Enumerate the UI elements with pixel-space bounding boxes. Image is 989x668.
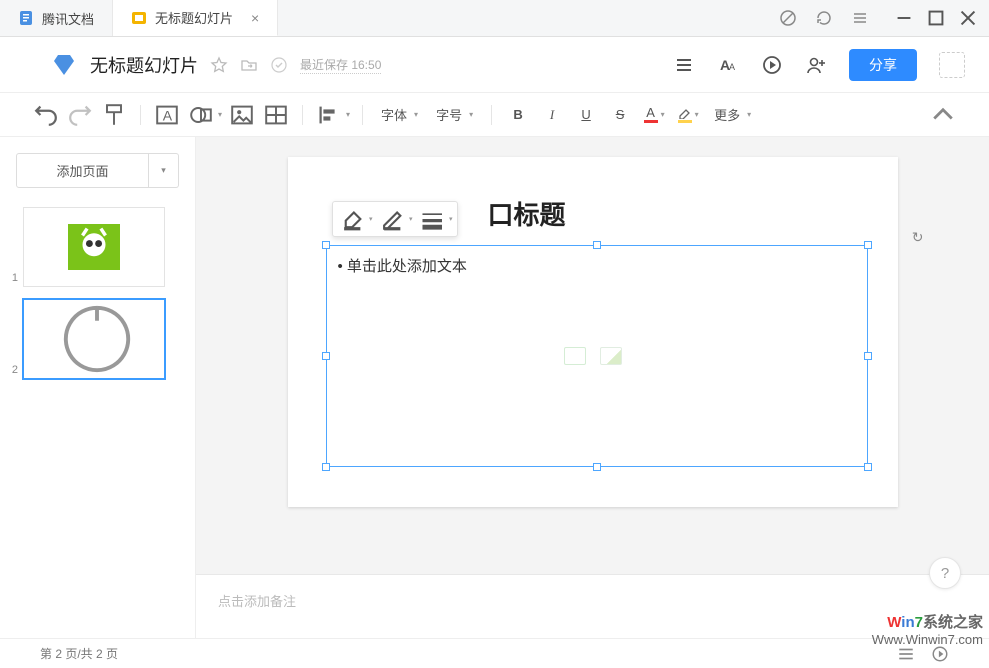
slides-icon bbox=[131, 10, 147, 26]
collapse-toolbar-icon[interactable] bbox=[929, 101, 957, 129]
resize-handle[interactable] bbox=[864, 352, 872, 360]
slide-canvas[interactable]: 遮遮遮遮遮遮口标题 ▾ ▾ ▾ ↻ • 单 bbox=[288, 157, 898, 507]
undo-button[interactable] bbox=[32, 101, 60, 129]
folder-move-icon[interactable] bbox=[240, 56, 258, 74]
slide-panel: 添加页面 ▾ 1 2 bbox=[0, 137, 196, 638]
add-page-control: 添加页面 ▾ bbox=[16, 153, 179, 188]
tab-close-icon[interactable]: × bbox=[251, 10, 259, 26]
separator bbox=[362, 105, 363, 125]
slide-thumbnail-1[interactable] bbox=[24, 208, 164, 286]
image-button[interactable] bbox=[228, 101, 256, 129]
refresh-icon[interactable] bbox=[815, 9, 833, 27]
tencent-docs-icon bbox=[18, 10, 34, 26]
table-button[interactable] bbox=[262, 101, 290, 129]
slide-thumbnails: 1 2 bbox=[0, 204, 195, 638]
document-header: 无标题幻灯片 最近保存 16:50 AA 分享 bbox=[0, 37, 989, 93]
speaker-notes[interactable]: 点击添加备注 ? bbox=[196, 574, 989, 638]
slide-number: 2 bbox=[8, 364, 18, 378]
app-logo-icon bbox=[52, 52, 78, 78]
text-color-button[interactable]: A▾ bbox=[640, 101, 668, 129]
add-page-dropdown[interactable]: ▾ bbox=[149, 153, 179, 188]
document-title[interactable]: 无标题幻灯片 bbox=[90, 52, 198, 78]
shape-button[interactable]: ▾ bbox=[187, 101, 222, 129]
font-family-dropdown[interactable]: 字体▾ bbox=[375, 101, 424, 129]
notes-placeholder: 点击添加备注 bbox=[218, 594, 296, 609]
table-placeholder-icon[interactable] bbox=[564, 347, 586, 365]
add-page-button[interactable]: 添加页面 bbox=[16, 153, 149, 188]
slide-number: 1 bbox=[8, 272, 18, 286]
image-placeholder-icon[interactable] bbox=[600, 347, 622, 365]
highlight-button[interactable]: ▾ bbox=[674, 101, 702, 129]
page-indicator: 第 2 页/共 2 页 bbox=[40, 645, 118, 662]
underline-button[interactable]: U bbox=[572, 101, 600, 129]
more-button[interactable]: 更多▾ bbox=[708, 101, 757, 129]
resize-handle[interactable] bbox=[864, 241, 872, 249]
resize-handle[interactable] bbox=[864, 463, 872, 471]
help-button[interactable]: ? bbox=[929, 557, 961, 589]
redo-button[interactable] bbox=[66, 101, 94, 129]
slide-thumbnail-2[interactable] bbox=[24, 300, 164, 378]
window-minimize-icon[interactable] bbox=[895, 9, 913, 27]
check-icon bbox=[270, 56, 288, 74]
rotate-handle-icon[interactable]: ↻ bbox=[912, 229, 924, 246]
slide-thumbnail-row: 1 bbox=[0, 204, 195, 296]
canvas-area: 遮遮遮遮遮遮口标题 ▾ ▾ ▾ ↻ • 单 bbox=[196, 137, 989, 638]
main-area: 添加页面 ▾ 1 2 遮遮遮遮 bbox=[0, 137, 989, 638]
content-placeholders bbox=[564, 347, 622, 365]
slide-thumbnail-row: 2 bbox=[0, 296, 195, 388]
window-maximize-icon[interactable] bbox=[927, 9, 945, 27]
font-size-dropdown[interactable]: 字号▾ bbox=[430, 101, 479, 129]
tab-tencent-docs[interactable]: 腾讯文档 bbox=[0, 0, 113, 36]
resize-handle[interactable] bbox=[593, 241, 601, 249]
resize-handle[interactable] bbox=[322, 241, 330, 249]
format-toolbar: A ▾ ▾ 字体▾ 字号▾ B I U S A▾ ▾ 更多▾ bbox=[0, 93, 989, 137]
watermark: Win7系统之家 Www.Winwin7.com bbox=[872, 614, 983, 648]
separator bbox=[140, 105, 141, 125]
canvas-scroll[interactable]: 遮遮遮遮遮遮口标题 ▾ ▾ ▾ ↻ • 单 bbox=[196, 137, 989, 574]
block-icon[interactable] bbox=[779, 9, 797, 27]
thumbnail-content-icon bbox=[68, 224, 120, 270]
add-collaborator-icon[interactable] bbox=[805, 54, 827, 76]
resize-handle[interactable] bbox=[322, 463, 330, 471]
user-avatar[interactable] bbox=[939, 52, 965, 78]
separator bbox=[302, 105, 303, 125]
italic-button[interactable]: I bbox=[538, 101, 566, 129]
browser-tabbar: 腾讯文档 无标题幻灯片 × bbox=[0, 0, 989, 37]
strikethrough-button[interactable]: S bbox=[606, 101, 634, 129]
separator bbox=[491, 105, 492, 125]
text-style-icon[interactable]: AA bbox=[717, 54, 739, 76]
save-status[interactable]: 最近保存 16:50 bbox=[300, 56, 381, 74]
slide-body-placeholder[interactable]: • 单击此处添加文本 bbox=[338, 255, 467, 276]
resize-handle[interactable] bbox=[593, 463, 601, 471]
line-style-button[interactable]: ▾ bbox=[417, 206, 453, 232]
border-color-button[interactable]: ▾ bbox=[377, 206, 413, 232]
floating-format-toolbar: ▾ ▾ ▾ bbox=[332, 201, 458, 237]
menu-icon[interactable] bbox=[851, 9, 869, 27]
fill-color-button[interactable]: ▾ bbox=[337, 206, 373, 232]
star-icon[interactable] bbox=[210, 56, 228, 74]
window-close-icon[interactable] bbox=[959, 9, 977, 27]
tab-untitled-slides[interactable]: 无标题幻灯片 × bbox=[113, 0, 278, 36]
share-button[interactable]: 分享 bbox=[849, 49, 917, 81]
bold-button[interactable]: B bbox=[504, 101, 532, 129]
svg-text:A: A bbox=[729, 62, 735, 72]
svg-text:A: A bbox=[163, 107, 173, 123]
resize-handle[interactable] bbox=[322, 352, 330, 360]
format-painter-button[interactable] bbox=[100, 101, 128, 129]
align-button[interactable]: ▾ bbox=[315, 101, 350, 129]
status-bar: 第 2 页/共 2 页 bbox=[0, 638, 989, 668]
present-icon[interactable] bbox=[761, 54, 783, 76]
tab-label: 腾讯文档 bbox=[42, 9, 94, 28]
tab-label: 无标题幻灯片 bbox=[155, 8, 233, 27]
outline-icon[interactable] bbox=[673, 54, 695, 76]
textbox-button[interactable]: A bbox=[153, 101, 181, 129]
tabbar-right bbox=[779, 0, 989, 36]
